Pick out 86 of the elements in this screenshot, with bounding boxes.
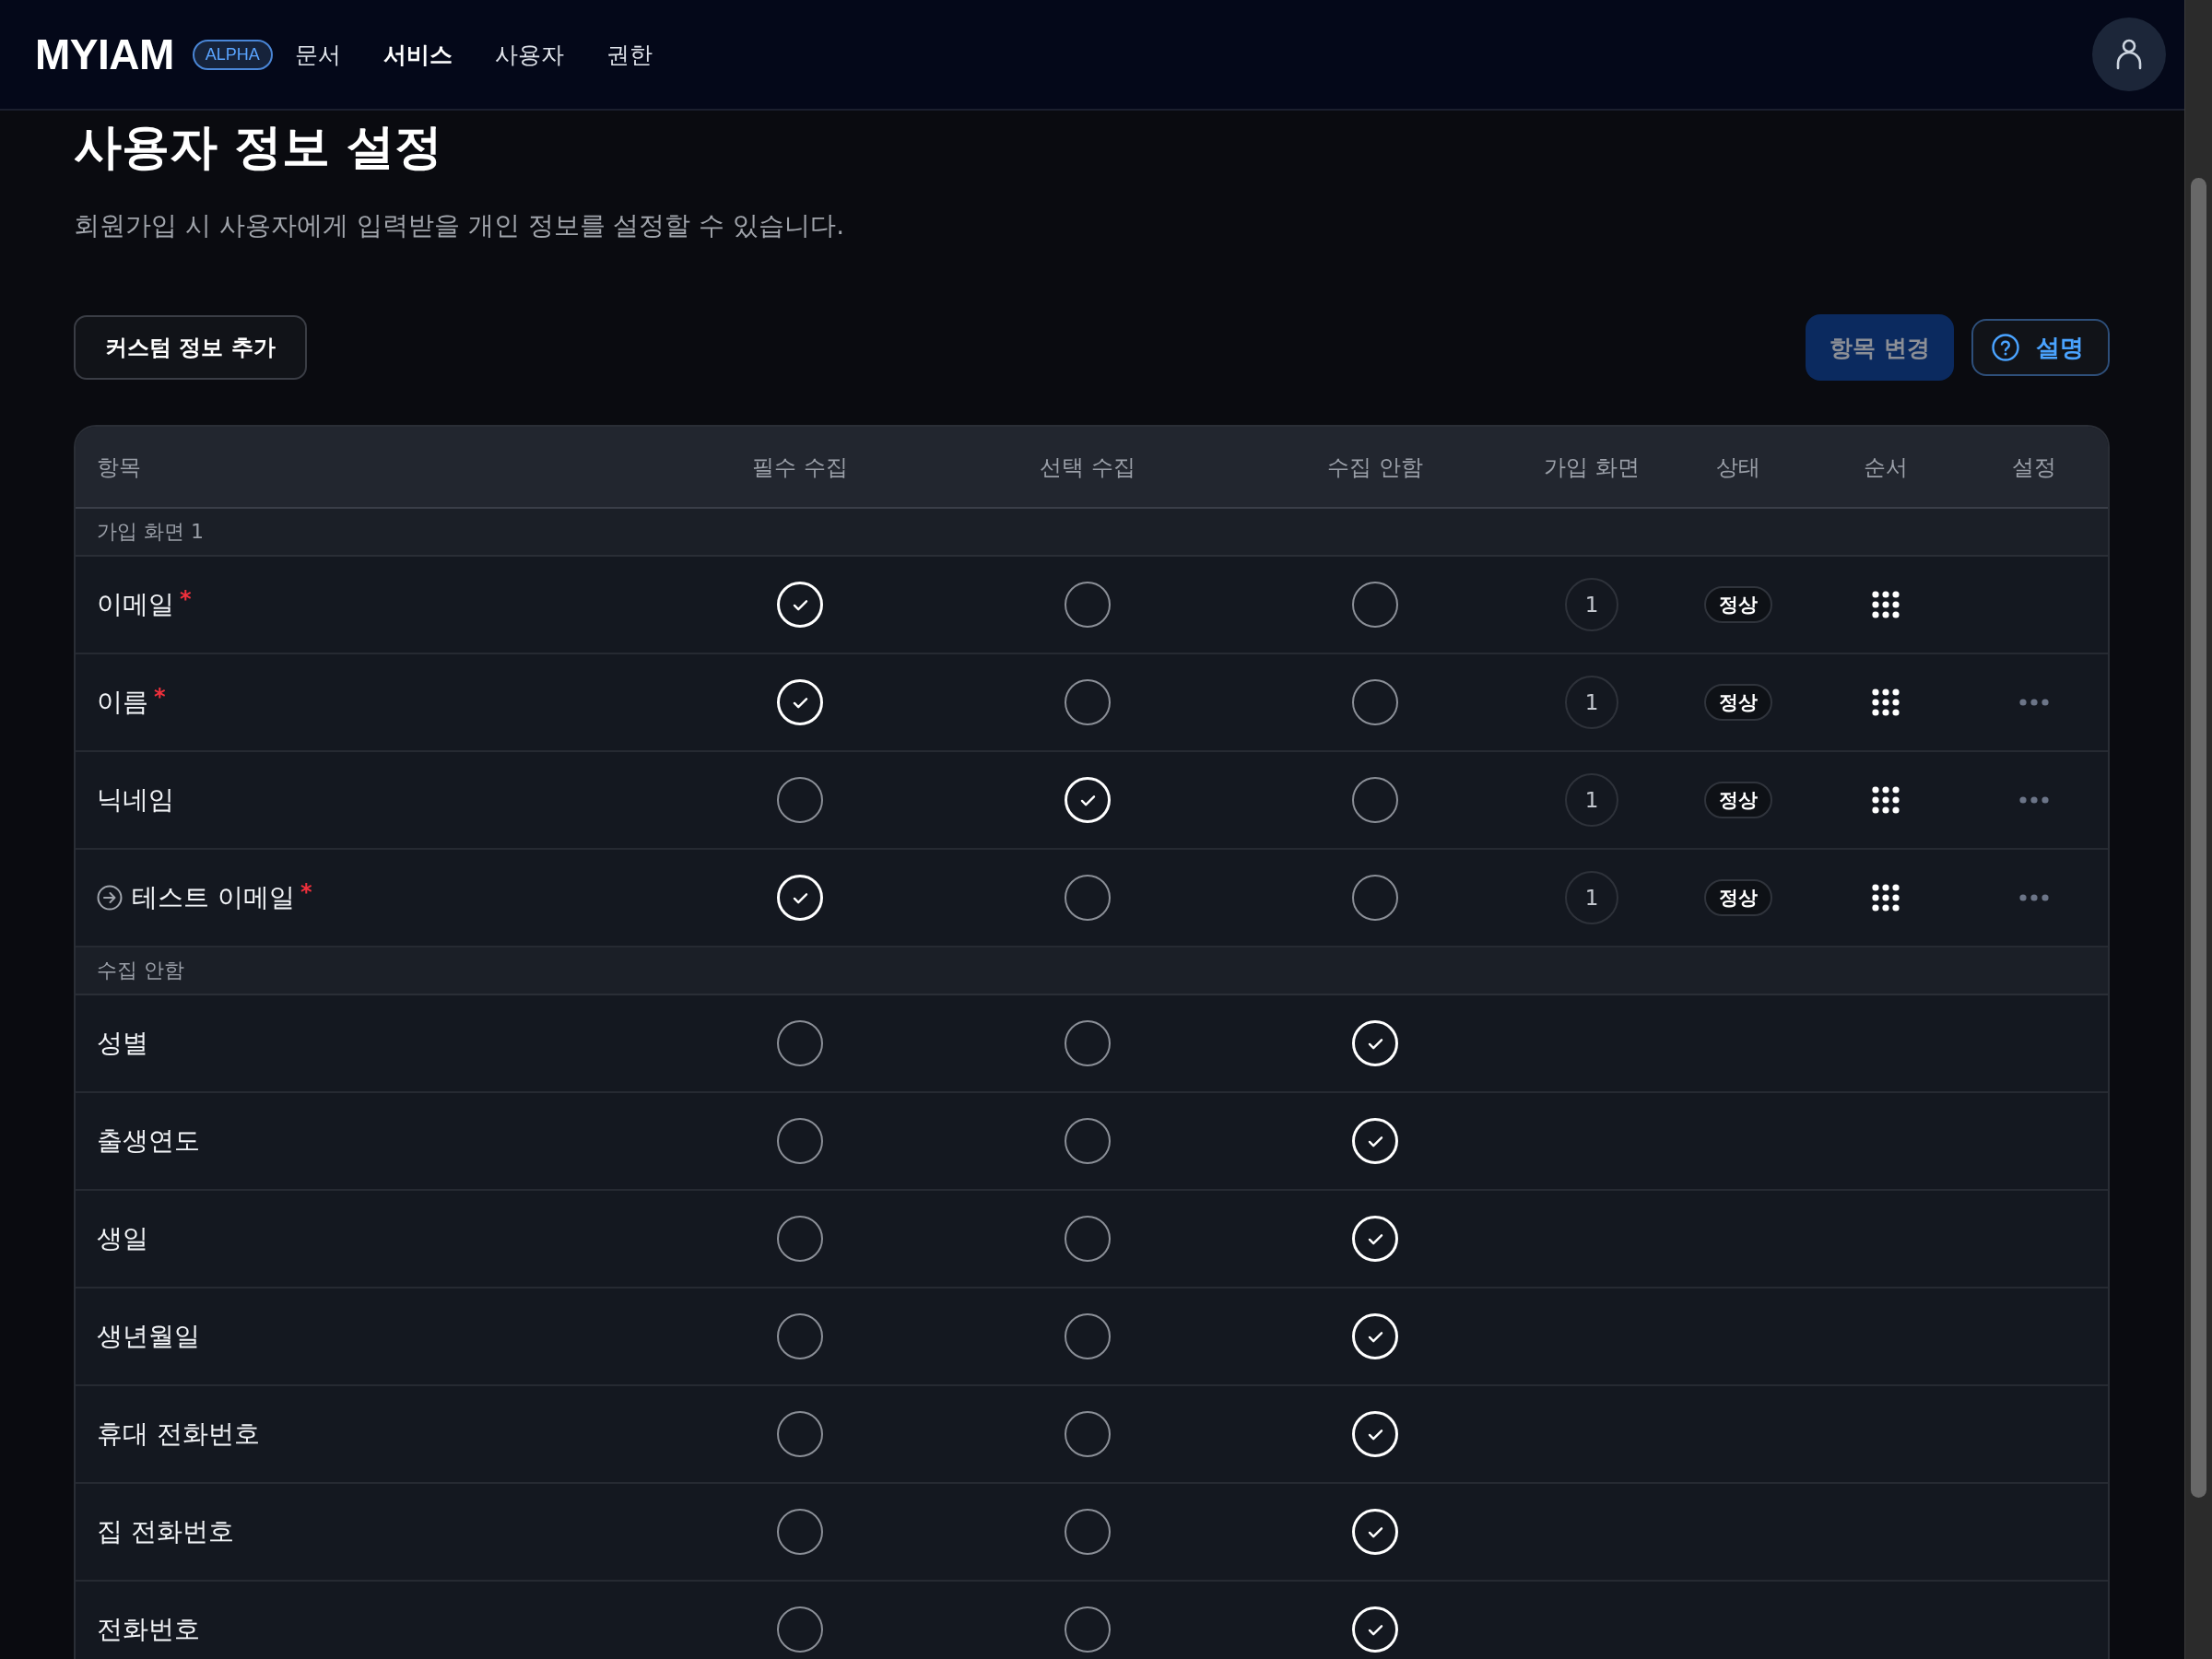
more-icon[interactable] [2018,894,2049,901]
radio-button[interactable] [777,1606,823,1653]
group-label: 수집 안함 [97,958,184,983]
help-icon [1992,334,2019,361]
more-icon[interactable] [2018,699,2049,706]
item-name: 테스트 이메일 [132,881,295,914]
page-title: 사용자 정보 설정 [74,118,444,176]
radio-button[interactable] [1065,1118,1111,1164]
column-header: 수집 안함 [1327,453,1423,482]
check-icon [1367,1135,1383,1147]
radio-button[interactable] [777,777,823,823]
check-icon [1367,1037,1383,1050]
item-name: 휴대 전화번호 [97,1418,260,1451]
check-icon [1367,1428,1383,1441]
item-name: 생년월일 [97,1320,200,1353]
radio-button[interactable] [1065,875,1111,921]
nav-link[interactable]: 문서 [294,39,341,70]
status-badge: 정상 [1704,586,1772,623]
column-header: 항목 [97,453,141,482]
column-header: 설정 [2011,453,2056,482]
radio-button[interactable] [1065,679,1111,725]
check-icon [1367,1232,1383,1245]
nav-link[interactable]: 서비스 [382,39,453,70]
grip-icon[interactable] [1871,590,1900,619]
item-name: 닉네임 [97,783,174,817]
radio-button[interactable] [777,1509,823,1555]
add-custom-button[interactable]: 커스텀 정보 추가 [74,315,307,380]
grip-icon[interactable] [1871,688,1900,717]
radio-button[interactable] [1065,1411,1111,1457]
item-name: 전화번호 [97,1613,200,1646]
required-mark: * [300,881,312,903]
column-header: 필수 수집 [752,453,848,482]
radio-button[interactable] [777,1411,823,1457]
radio-button[interactable] [1352,875,1398,921]
status-badge: 정상 [1704,782,1772,818]
radio-button[interactable] [1065,1020,1111,1066]
item-name: 출생연도 [97,1124,200,1158]
required-mark: * [180,588,192,610]
radio-button[interactable] [1065,1313,1111,1359]
check-icon [1367,1330,1383,1343]
item-name: 이름 [97,686,148,719]
alpha-badge: ALPHA [192,39,273,70]
more-icon[interactable] [2018,796,2049,804]
check-icon [792,598,808,611]
page-number: 1 [1565,676,1618,729]
help-button[interactable]: 설명 [1971,319,2110,376]
status-badge: 정상 [1704,684,1772,721]
nav-link[interactable]: 권한 [606,39,653,70]
column-header: 선택 수집 [1040,453,1135,482]
radio-button[interactable] [1352,679,1398,725]
radio-button[interactable] [1352,582,1398,628]
radio-button[interactable] [777,1020,823,1066]
group-label: 가입 화면 1 [97,519,204,545]
grip-icon[interactable] [1871,883,1900,912]
column-header: 상태 [1716,453,1760,482]
radio-button[interactable] [777,1118,823,1164]
status-badge: 정상 [1704,879,1772,916]
arrow-circle-icon [97,885,123,911]
column-header: 순서 [1864,453,1908,482]
check-icon [792,891,808,904]
logo: MYIAM [35,33,174,76]
page-number: 1 [1565,773,1618,827]
item-name: 생일 [97,1222,148,1255]
nav-link[interactable]: 사용자 [494,39,564,70]
page-number: 1 [1565,578,1618,631]
item-name: 집 전화번호 [97,1515,234,1548]
radio-button[interactable] [1065,1509,1111,1555]
radio-button[interactable] [1065,582,1111,628]
required-mark: * [154,686,166,708]
check-icon [1079,794,1096,806]
radio-button[interactable] [1065,1216,1111,1262]
grip-icon[interactable] [1871,785,1900,815]
check-icon [1367,1623,1383,1636]
radio-button[interactable] [777,1216,823,1262]
page-number: 1 [1565,871,1618,924]
page-description: 회원가입 시 사용자에게 입력받을 개인 정보를 설정할 수 있습니다. [74,209,846,242]
scrollbar-thumb[interactable] [2191,178,2206,1498]
column-header: 가입 화면 [1544,453,1640,482]
check-icon [1367,1525,1383,1538]
item-name: 성별 [97,1027,148,1060]
item-name: 이메일 [97,588,174,621]
check-icon [792,696,808,709]
radio-button[interactable] [1065,1606,1111,1653]
radio-button[interactable] [777,1313,823,1359]
user-icon [2115,39,2143,70]
radio-button[interactable] [1352,777,1398,823]
